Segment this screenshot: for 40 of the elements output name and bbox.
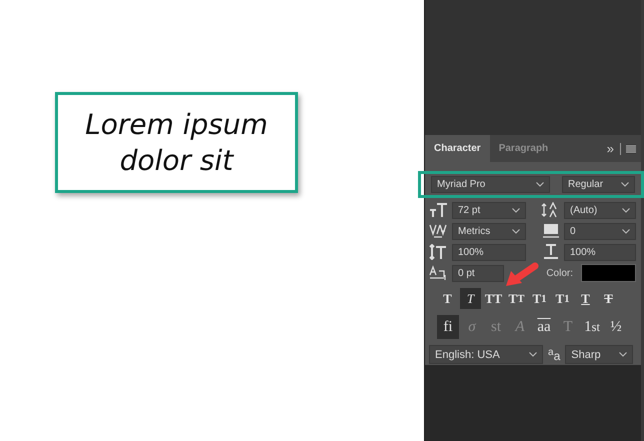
panel-tab[interactable]: Character [425, 135, 490, 162]
size-icon [429, 202, 449, 218]
caret-icon [622, 228, 630, 234]
caret-icon [536, 182, 544, 187]
style-button[interactable]: T [598, 288, 619, 309]
caret-icon [619, 352, 628, 357]
pointer-arrow [505, 262, 539, 287]
value-dropdown[interactable]: 72 pt [452, 202, 526, 218]
caret-icon [622, 208, 630, 212]
language-dropdown[interactable]: English: USA [429, 345, 543, 364]
opentype-button[interactable]: fi [437, 315, 459, 339]
style-button[interactable]: T [575, 288, 596, 309]
callout-text: Lorem ipsum dolor sit [84, 106, 269, 178]
hscale-icon [541, 244, 561, 260]
color-swatch[interactable] [581, 264, 636, 282]
font-family-dropdown[interactable]: Myriad Pro [431, 176, 550, 193]
value-dropdown[interactable]: Metrics [452, 222, 526, 240]
value-field[interactable]: 100% [452, 244, 526, 260]
value-dropdown[interactable]: 0 [564, 222, 636, 240]
value-dropdown[interactable]: (Auto) [564, 202, 636, 218]
opentype-button[interactable]: ½ [605, 315, 627, 339]
style-button[interactable]: T [437, 288, 458, 309]
value-field[interactable]: 100% [564, 244, 636, 260]
caret-icon [529, 352, 537, 357]
caret-icon [512, 208, 520, 212]
vscale-icon [429, 244, 449, 260]
font-style-dropdown[interactable]: Regular [562, 176, 635, 193]
style-button[interactable]: TT [483, 288, 504, 309]
caret-icon [621, 182, 629, 187]
tracking-icon [541, 223, 561, 239]
caret-icon [512, 228, 520, 234]
antialias-label: $^{a}$a [548, 346, 560, 362]
kerning-icon [429, 223, 449, 239]
color-label: Color: [546, 268, 573, 278]
menu-icon[interactable] [626, 144, 636, 152]
collapse-button[interactable]: » [602, 141, 618, 156]
opentype-button[interactable]: aa [533, 315, 555, 339]
style-button[interactable]: T [460, 288, 481, 309]
antialias-dropdown[interactable]: Sharp [565, 345, 634, 364]
value-field[interactable]: 0 pt [452, 264, 504, 282]
